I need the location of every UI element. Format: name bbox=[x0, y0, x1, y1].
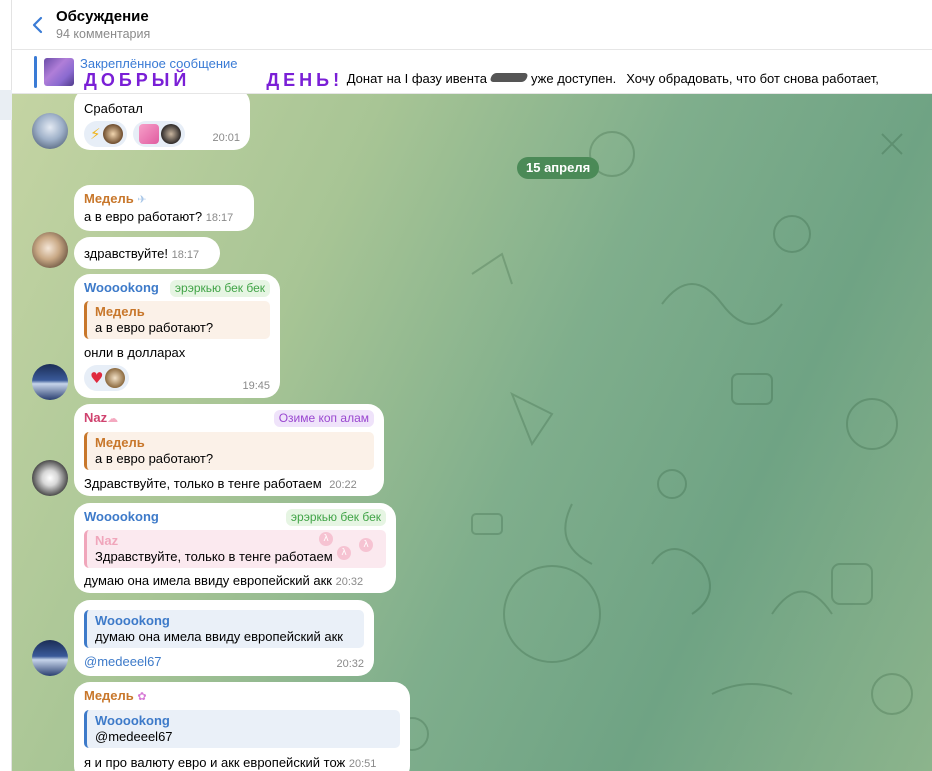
reply-quote[interactable]: Wooookong @medeeel67 bbox=[84, 710, 400, 748]
message-time: 18:17 bbox=[205, 212, 234, 224]
message-text: здравствуйте! 18:17 bbox=[84, 246, 200, 261]
reactor-avatar bbox=[160, 124, 181, 144]
selected-chat-row[interactable] bbox=[0, 90, 12, 120]
lambda-decoration-icon: λ bbox=[337, 546, 351, 560]
reply-quote[interactable]: Naz Здравствуйте, только в тенге работае… bbox=[84, 530, 386, 568]
pink-sticker-icon bbox=[138, 124, 159, 144]
quote-text: Здравствуйте, только в тенге работаем bbox=[95, 549, 333, 564]
wing-icon: ✈ bbox=[137, 193, 147, 206]
pinned-text-part-3: Хочу обрадовать, что бот снова работает, bbox=[626, 71, 879, 86]
quote-name: Wooookong bbox=[95, 613, 170, 628]
lambda-decoration-icon: λ bbox=[319, 532, 333, 546]
message-time: 19:45 bbox=[242, 380, 270, 392]
message-text: онли в долларах bbox=[84, 345, 186, 360]
comment-count: 94 комментария bbox=[56, 27, 151, 41]
message-time: 20:22 bbox=[329, 479, 357, 491]
pinned-thumbnail bbox=[44, 58, 74, 86]
reaction-heart[interactable]: ♥ bbox=[84, 365, 130, 391]
pinned-text-part-1: Донат на I фазу ивента bbox=[346, 71, 488, 86]
message-text: а в евро работают? 18:17 bbox=[84, 209, 234, 224]
sender-name: Медель ✿ bbox=[84, 688, 147, 703]
member-badge: Озиме коп алам bbox=[273, 410, 374, 427]
message-time: 20:51 bbox=[348, 758, 377, 770]
reply-quote[interactable]: Медель а в евро работают? bbox=[84, 432, 374, 470]
message-bubble[interactable]: Wooookong думаю она имела ввиду европейс… bbox=[74, 600, 374, 676]
reaction-lightning[interactable]: ⚡ bbox=[84, 121, 127, 147]
lambda-decoration-icon: λ bbox=[359, 538, 373, 552]
member-badge: эрэркью бек бек bbox=[285, 509, 386, 526]
reactor-avatar bbox=[102, 124, 123, 144]
message-bubble[interactable]: Naz☁ Озиме коп алам Медель а в евро рабо… bbox=[74, 404, 384, 496]
heart-icon: ♥ bbox=[90, 369, 104, 387]
avatar[interactable] bbox=[32, 113, 68, 149]
message-time: 20:32 bbox=[336, 658, 364, 670]
message-text: думаю она имела ввиду европейский акк 20… bbox=[84, 573, 364, 588]
lightning-icon: ⚡ bbox=[90, 125, 101, 143]
quote-text: думаю она имела ввиду европейский акк bbox=[95, 629, 343, 644]
avatar[interactable] bbox=[32, 232, 68, 268]
reply-quote[interactable]: Медель а в евро работают? bbox=[84, 301, 270, 339]
quote-text: @medeeel67 bbox=[95, 729, 173, 744]
avatar[interactable] bbox=[32, 364, 68, 400]
pinned-label: Закреплённое сообщение bbox=[80, 56, 238, 71]
reply-quote[interactable]: Wooookong думаю она имела ввиду европейс… bbox=[84, 610, 364, 648]
cloud-icon: ☁ bbox=[107, 412, 119, 425]
pinned-indicator bbox=[34, 56, 37, 88]
message-bubble[interactable]: Wooookong эрэркью бек бек Naz Здравствуй… bbox=[74, 503, 396, 593]
quote-text: а в евро работают? bbox=[95, 451, 214, 466]
pinned-text: ДОБРЫЙ ДЕНЬ! Донат на I фазу ивента уже до… bbox=[84, 70, 879, 91]
pinned-big-word-2: ДЕНЬ! bbox=[266, 70, 344, 90]
page-title: Обсуждение bbox=[56, 8, 149, 25]
event-logo-icon bbox=[489, 73, 529, 82]
chat-list-sidebar bbox=[0, 0, 12, 771]
quote-name: Медель bbox=[95, 435, 145, 450]
reactor-avatar bbox=[105, 368, 126, 388]
chat-area: Сработал ⚡ 20:01 15 апреля Медель ✈ а в … bbox=[12, 94, 932, 771]
message-bubble[interactable]: Wooookong эрэркью бек бек Медель а в евр… bbox=[74, 274, 280, 398]
sender-name: Медель ✈ bbox=[84, 191, 147, 206]
quote-name: Naz bbox=[95, 533, 119, 548]
message-text: Здравствуйте, только в тенге работаем 20… bbox=[84, 476, 357, 491]
pinned-message-bar[interactable]: Закреплённое сообщение ДОБРЫЙ ДЕНЬ! Донат… bbox=[12, 50, 932, 94]
chat-header: Обсуждение 94 комментария bbox=[12, 0, 932, 50]
quote-name: Медель bbox=[95, 304, 145, 319]
message-bubble[interactable]: здравствуйте! 18:17 bbox=[74, 237, 220, 269]
message-bubble[interactable]: Медель ✈ а в евро работают? 18:17 bbox=[74, 185, 254, 231]
reaction-pink-sticker[interactable] bbox=[132, 121, 185, 147]
mention-link[interactable]: @medeeel67 bbox=[84, 654, 364, 669]
message-text: я и про валюту евро и акк европейский то… bbox=[84, 755, 377, 770]
date-separator: 15 апреля bbox=[517, 157, 600, 179]
avatar[interactable] bbox=[32, 460, 68, 496]
member-badge: эрэркью бек бек bbox=[169, 280, 270, 297]
quote-name: Wooookong bbox=[95, 713, 170, 728]
message-bubble[interactable]: Медель ✿ Wooookong @medeeel67 я и про ва… bbox=[74, 682, 410, 771]
pinned-text-part-2: уже доступен. bbox=[531, 71, 617, 86]
pinned-big-word-1: ДОБРЫЙ bbox=[84, 70, 191, 90]
message-time: 20:01 bbox=[212, 132, 240, 144]
avatar[interactable] bbox=[32, 640, 68, 676]
back-arrow-icon[interactable] bbox=[28, 14, 48, 36]
message-time: 20:32 bbox=[335, 576, 364, 588]
butterfly-icon: ✿ bbox=[137, 690, 147, 703]
message-bubble[interactable]: Сработал ⚡ 20:01 bbox=[74, 94, 250, 150]
message-time: 18:17 bbox=[171, 249, 200, 261]
message-text: Сработал bbox=[84, 101, 143, 116]
quote-text: а в евро работают? bbox=[95, 320, 214, 335]
